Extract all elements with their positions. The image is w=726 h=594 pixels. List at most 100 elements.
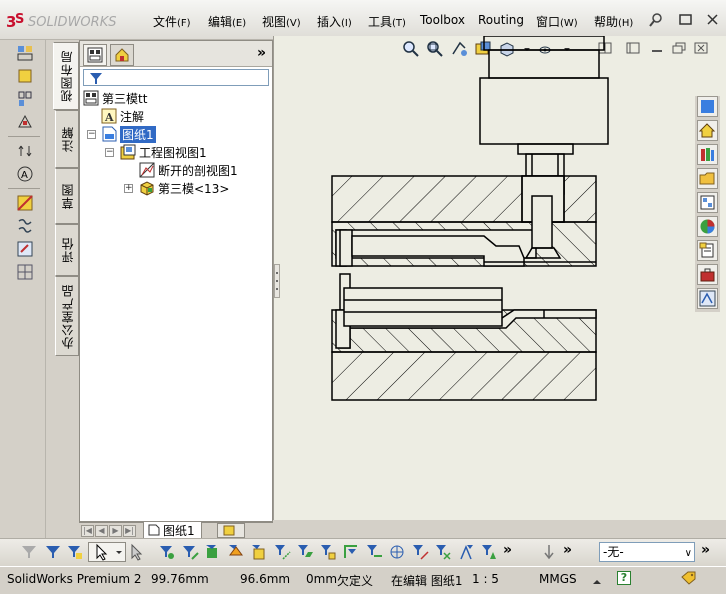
layer-select[interactable]: -无- ∨: [599, 542, 695, 562]
previous-sheet-button[interactable]: ◀: [95, 525, 108, 537]
annotation-icon: A: [101, 108, 117, 124]
filter-solid-bodies-icon[interactable]: [250, 543, 268, 561]
more-layer-tools-chevron-icon[interactable]: »: [563, 542, 572, 558]
last-sheet-button[interactable]: ▶|: [123, 525, 136, 537]
crop-view-icon[interactable]: [16, 240, 34, 258]
select-tool-button[interactable]: [88, 542, 126, 562]
menu-view[interactable]: 视图(V): [262, 13, 301, 30]
tab-office-products[interactable]: 办公室产品: [55, 276, 79, 356]
home-icon[interactable]: [697, 120, 718, 141]
filter-dimensions-icon[interactable]: [434, 543, 452, 561]
break-view-icon[interactable]: [16, 217, 34, 235]
sheet-tab-bar: |◀ ◀ ▶ ▶| 图纸1: [79, 522, 273, 539]
tab-annotation[interactable]: 注解: [55, 110, 79, 168]
tree-item-broken-section-view[interactable]: 断开的剖视图1: [139, 161, 238, 179]
tree-item-part[interactable]: 第三模<13>: [139, 179, 229, 197]
layer-properties-icon[interactable]: [540, 543, 558, 561]
menu-window[interactable]: 窗口(W): [536, 13, 578, 30]
filter-midpoints-icon[interactable]: [365, 543, 383, 561]
toolbox-icon[interactable]: [697, 264, 718, 285]
editing-status: 在编辑 图纸1: [391, 574, 463, 588]
unit-menu-arrow-icon[interactable]: [593, 575, 601, 584]
expand-icon[interactable]: +: [124, 184, 133, 193]
tab-sketch[interactable]: 草图: [55, 168, 79, 224]
tree-item-label: 断开的剖视图1: [158, 163, 238, 178]
rotate-view-icon[interactable]: [16, 142, 34, 160]
detail-view-icon[interactable]: A: [16, 165, 34, 183]
svg-text:A: A: [21, 170, 28, 181]
selection-cursor-icon[interactable]: [128, 543, 146, 561]
svg-text:A: A: [104, 111, 114, 124]
feature-manager-panel: » 第三模tt A 注解 − 图纸1 − 工程图视图1 断开的剖视图1 + 第三…: [79, 40, 273, 522]
more-filters-chevron-icon[interactable]: »: [503, 542, 512, 558]
next-sheet-button[interactable]: ▶: [109, 525, 122, 537]
feature-manager-tab[interactable]: [83, 44, 107, 66]
help-icon[interactable]: ?: [617, 571, 631, 585]
menu-edit[interactable]: 编辑(E): [208, 13, 246, 30]
filter-icon[interactable]: [44, 543, 62, 561]
file-explorer-icon[interactable]: [697, 168, 718, 189]
design-library-icon[interactable]: [697, 144, 718, 165]
custom-properties-icon[interactable]: [697, 240, 718, 261]
collapse-icon[interactable]: −: [105, 148, 114, 157]
menu-tools[interactable]: 工具(T): [368, 13, 406, 30]
tree-item-drawing-view[interactable]: 工程图视图1: [120, 143, 207, 161]
filter-drawing-items-icon[interactable]: [66, 543, 84, 561]
view-palette-icon[interactable]: [697, 192, 718, 213]
tree-item-annotations[interactable]: A 注解: [101, 107, 144, 125]
tab-evaluate[interactable]: 评估: [55, 224, 79, 276]
appearances-icon[interactable]: [697, 216, 718, 237]
tree-filter-input[interactable]: [83, 69, 269, 86]
add-sheet-button[interactable]: [217, 523, 245, 538]
filter-sketch-segments-icon[interactable]: [342, 543, 360, 561]
pin-icon[interactable]: [648, 12, 664, 28]
filter-faces-icon[interactable]: [204, 543, 222, 561]
menu-help[interactable]: 帮助(H): [594, 13, 633, 30]
filter-edges-icon[interactable]: [181, 543, 199, 561]
solidworks-resources-icon[interactable]: [697, 96, 718, 117]
auxiliary-view-icon[interactable]: [16, 113, 34, 131]
menu-toolbox[interactable]: Toolbox: [420, 13, 465, 27]
tab-view-layout[interactable]: 视图布局: [53, 42, 79, 110]
filter-surface-bodies-icon[interactable]: [227, 543, 245, 561]
close-icon[interactable]: [705, 12, 721, 28]
alternate-position-view-icon[interactable]: [16, 263, 34, 281]
filter-axes-icon[interactable]: [273, 543, 291, 561]
add-sheet-icon: [223, 525, 235, 536]
drawing-view-icon: [120, 144, 136, 160]
tree-item-sheet[interactable]: 图纸1: [101, 125, 156, 143]
property-manager-tab[interactable]: [110, 44, 134, 66]
selection-filter-toolbar: » » -无- ∨ »: [0, 538, 726, 566]
filter-datum-icon[interactable]: [480, 543, 498, 561]
graphics-area[interactable]: [273, 36, 726, 520]
standard-3-view-icon[interactable]: [16, 90, 34, 108]
layer-select-value: -无-: [603, 545, 624, 559]
more-tabs-chevron-icon[interactable]: »: [257, 45, 266, 61]
section-view-icon[interactable]: [16, 194, 34, 212]
command-manager-tabs: 视图布局 注解 草图 评估 办公室产品: [53, 40, 79, 538]
model-view-icon[interactable]: [16, 44, 34, 62]
filter-icon: [90, 73, 102, 84]
tag-icon[interactable]: [680, 571, 696, 585]
restore-icon[interactable]: [678, 12, 694, 28]
filter-sketch-points-icon[interactable]: [319, 543, 337, 561]
cursor-arrow-icon: [96, 543, 122, 561]
tree-item-label: 第三模<13>: [158, 181, 230, 196]
menu-file[interactable]: 文件(F): [153, 13, 191, 30]
more-toolbar-chevron-icon[interactable]: »: [701, 542, 710, 558]
projected-view-icon[interactable]: [16, 67, 34, 85]
routing-library-icon[interactable]: [697, 288, 718, 309]
tree-item-document[interactable]: 第三模tt: [83, 89, 147, 107]
filter-center-marks-icon[interactable]: [388, 543, 406, 561]
filter-vertices-icon[interactable]: [158, 543, 176, 561]
menu-routing[interactable]: Routing: [478, 13, 524, 27]
filter-toggle-icon[interactable]: [20, 543, 38, 561]
filter-surface-finish-icon[interactable]: [457, 543, 475, 561]
unit-system[interactable]: MMGS: [539, 572, 577, 586]
sheet-tab[interactable]: 图纸1: [143, 522, 202, 539]
filter-planes-icon[interactable]: [296, 543, 314, 561]
first-sheet-button[interactable]: |◀: [81, 525, 94, 537]
menu-insert[interactable]: 插入(I): [317, 13, 352, 30]
filter-centerlines-icon[interactable]: [411, 543, 429, 561]
collapse-icon[interactable]: −: [87, 130, 96, 139]
